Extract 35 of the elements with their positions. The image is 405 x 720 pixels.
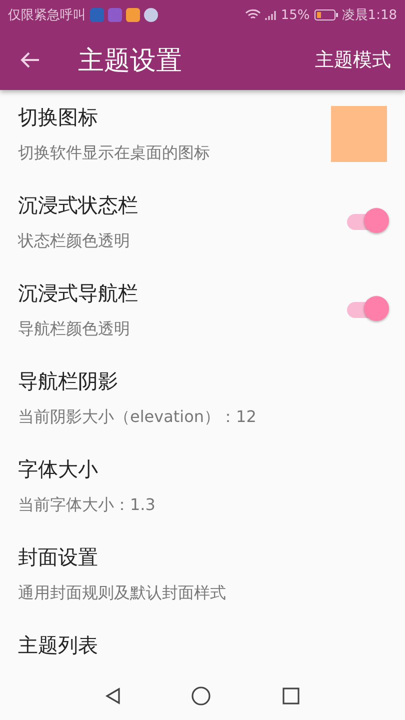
settings-row[interactable]: 封面设置 通用封面规则及默认封面样式 [0,530,405,618]
app-icon [144,8,158,22]
settings-row[interactable]: 导航栏阴影 当前阴影大小（elevation）：12 [0,354,405,442]
battery-percent: 15% [280,8,310,22]
setting-title: 导航栏阴影 [18,368,119,395]
theme-mode-button[interactable]: 主题模式 [315,47,391,73]
setting-description: 导航栏颜色透明 [18,319,131,340]
app-icon [126,8,140,22]
setting-description: 当前字体大小：1.3 [18,495,156,516]
settings-row[interactable]: 沉浸式状态栏 状态栏颜色透明 [0,178,405,266]
back-icon[interactable] [20,51,40,69]
wifi-icon [244,9,261,21]
page-title: 主题设置 [78,44,183,78]
setting-title: 字体大小 [18,456,99,483]
settings-row[interactable]: 字体大小 当前字体大小：1.3 [0,442,405,530]
setting-description: 当前阴影大小（elevation）：12 [18,407,258,428]
clock-text: 凌晨1:18 [342,7,397,24]
setting-title: 切换图标 [18,104,99,131]
setting-description: 切换软件显示在桌面的图标 [18,143,211,164]
settings-row[interactable]: 切换图标 切换软件显示在桌面的图标 [0,90,405,178]
setting-title: 封面设置 [18,544,99,571]
settings-row[interactable]: 沉浸式导航栏 导航栏颜色透明 [0,266,405,354]
signal-icon [264,9,277,21]
app-icon [108,8,122,22]
setting-description: 状态栏颜色透明 [18,231,131,252]
setting-description: 通用封面规则及默认封面样式 [18,583,227,604]
setting-title: 主题列表 [18,632,99,659]
setting-title: 沉浸式状态栏 [18,192,139,219]
back-nav-icon[interactable] [105,687,122,705]
setting-title: 沉浸式导航栏 [18,280,139,307]
home-icon[interactable] [191,686,212,706]
battery-icon [314,9,338,21]
settings-row[interactable]: 主题列表 [0,618,405,659]
recents-icon[interactable] [282,687,300,705]
carrier-text: 仅限紧急呼叫 [8,7,86,24]
